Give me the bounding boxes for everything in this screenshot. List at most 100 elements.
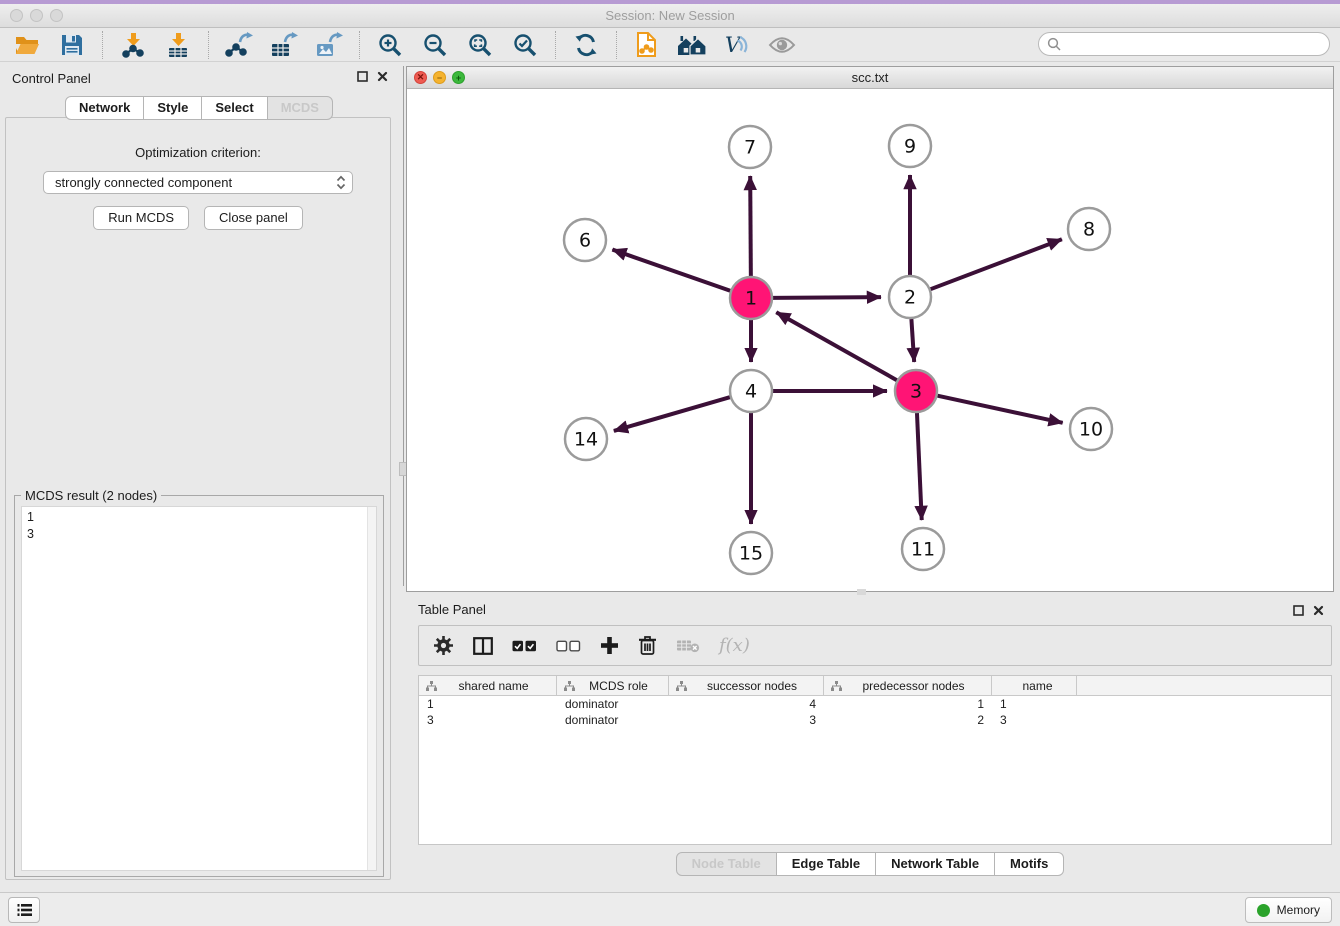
table-panel-tabs: Node Table Edge Table Network Table Moti… [406, 852, 1334, 876]
export-table-icon[interactable] [269, 30, 299, 60]
cell-mcds-role: dominator [557, 713, 669, 727]
graph-node-label: 10 [1079, 419, 1103, 441]
tab-edge-table[interactable]: Edge Table [776, 852, 876, 876]
zoom-in-icon[interactable] [375, 30, 405, 60]
home-icon[interactable] [677, 30, 707, 60]
table-row[interactable]: 1 dominator 4 1 1 [419, 696, 1331, 712]
control-panel-title: Control Panel [12, 71, 91, 86]
graph-edge-1-2[interactable] [773, 297, 881, 298]
network-window-title: scc.txt [407, 70, 1333, 85]
add-column-icon[interactable] [600, 636, 619, 655]
graph-node-label: 4 [745, 381, 757, 403]
memory-button[interactable]: Memory [1245, 897, 1332, 923]
open-session-icon[interactable] [12, 30, 42, 60]
result-scrollbar[interactable] [367, 507, 376, 870]
graph-edge-3-11[interactable] [917, 413, 922, 520]
column-header-successor-nodes[interactable]: successor nodes [669, 676, 824, 695]
select-all-rows-icon[interactable] [512, 640, 537, 652]
graph-node-label: 11 [911, 539, 935, 561]
table-settings-gear-icon[interactable] [433, 635, 454, 656]
zoom-fit-icon[interactable] [465, 30, 495, 60]
hide-panel-eye-icon[interactable] [767, 30, 797, 60]
export-network-icon[interactable] [224, 30, 254, 60]
result-line: 1 [27, 509, 371, 526]
optimization-criterion-dropdown[interactable]: strongly connected component [43, 171, 353, 194]
toolbar-separator [102, 31, 103, 59]
tab-node-table[interactable]: Node Table [676, 852, 777, 876]
dropdown-value: strongly connected component [55, 175, 336, 190]
status-bar: Memory [0, 892, 1340, 926]
run-mcds-button[interactable]: Run MCDS [93, 206, 189, 230]
graph-node-label: 6 [579, 230, 591, 252]
graph-edge-1-7[interactable] [750, 176, 751, 276]
cell-mcds-role: dominator [557, 697, 669, 711]
graph-node-label: 3 [910, 381, 922, 403]
graph-node-label: 7 [744, 137, 756, 159]
tab-network-table[interactable]: Network Table [875, 852, 995, 876]
close-panel-icon[interactable] [1313, 605, 1324, 616]
graph-node-label: 14 [574, 429, 598, 451]
column-header-mcds-role[interactable]: MCDS role [557, 676, 669, 695]
cell-name: 3 [992, 713, 1077, 727]
column-type-icon [426, 681, 437, 691]
task-list-icon [16, 903, 33, 917]
panel-divider [403, 66, 404, 586]
graph-edge-1-6[interactable] [612, 250, 730, 291]
tab-motifs[interactable]: Motifs [994, 852, 1064, 876]
delete-columns-trash-icon[interactable] [638, 635, 657, 656]
search-box[interactable] [1038, 32, 1330, 56]
zoom-selected-icon[interactable] [510, 30, 540, 60]
column-header-name[interactable]: name [992, 676, 1077, 695]
control-panel-tabs: Network Style Select MCDS [0, 96, 398, 120]
network-from-selection-icon[interactable] [632, 30, 662, 60]
network-resize-grip[interactable] [857, 589, 866, 595]
cell-shared-name: 3 [419, 713, 557, 727]
column-type-icon [564, 681, 575, 691]
import-table-icon[interactable] [163, 30, 193, 60]
zoom-out-icon[interactable] [420, 30, 450, 60]
graph-edge-3-1[interactable] [776, 312, 897, 380]
delete-table-icon[interactable] [676, 638, 700, 653]
close-panel-button[interactable]: Close panel [204, 206, 303, 230]
search-icon [1047, 37, 1061, 51]
import-network-icon[interactable] [118, 30, 148, 60]
close-panel-icon[interactable] [377, 71, 388, 82]
show-graphics-details-icon[interactable]: V [722, 30, 752, 60]
apply-layout-icon[interactable] [571, 30, 601, 60]
mcds-result-title: MCDS result (2 nodes) [21, 488, 161, 503]
graph-edge-3-10[interactable] [937, 396, 1062, 423]
task-history-button[interactable] [8, 897, 40, 923]
save-session-icon[interactable] [57, 30, 87, 60]
tab-style[interactable]: Style [143, 96, 202, 120]
deselect-all-rows-icon[interactable] [556, 640, 581, 652]
column-type-icon [676, 681, 687, 691]
table-header-row: shared name MCDS role successor nodes pr… [419, 676, 1331, 696]
node-table: shared name MCDS role successor nodes pr… [418, 675, 1332, 845]
network-graph[interactable]: 7968124314101511 [407, 89, 1333, 591]
float-panel-icon[interactable] [357, 71, 368, 82]
graph-node-label: 8 [1083, 219, 1095, 241]
table-row[interactable]: 3 dominator 3 2 3 [419, 712, 1331, 728]
cell-name: 1 [992, 697, 1077, 711]
graph-edge-2-8[interactable] [931, 239, 1062, 289]
mcds-result-box[interactable]: 1 3 [21, 506, 377, 871]
float-panel-icon[interactable] [1293, 605, 1304, 616]
network-view-window: ✕ − + scc.txt 7968124314101511 [406, 66, 1334, 592]
window-title: Session: New Session [0, 8, 1340, 23]
toggle-panel-layout-icon[interactable] [473, 637, 493, 655]
main-toolbar: V [0, 28, 1340, 62]
column-header-shared-name[interactable]: shared name [419, 676, 557, 695]
export-image-icon[interactable] [314, 30, 344, 60]
apply-function-icon[interactable]: f(x) [719, 635, 750, 656]
network-window-titlebar[interactable]: ✕ − + scc.txt [407, 67, 1333, 89]
cell-predecessor-nodes: 2 [824, 713, 992, 727]
graph-edge-2-3[interactable] [911, 319, 914, 362]
graph-edge-4-14[interactable] [614, 397, 730, 431]
dropdown-stepper-icon [336, 175, 346, 190]
tab-mcds[interactable]: MCDS [267, 96, 333, 120]
column-header-predecessor-nodes[interactable]: predecessor nodes [824, 676, 992, 695]
search-input[interactable] [1066, 34, 1329, 54]
graph-node-label: 2 [904, 287, 916, 309]
tab-network[interactable]: Network [65, 96, 144, 120]
tab-select[interactable]: Select [201, 96, 267, 120]
